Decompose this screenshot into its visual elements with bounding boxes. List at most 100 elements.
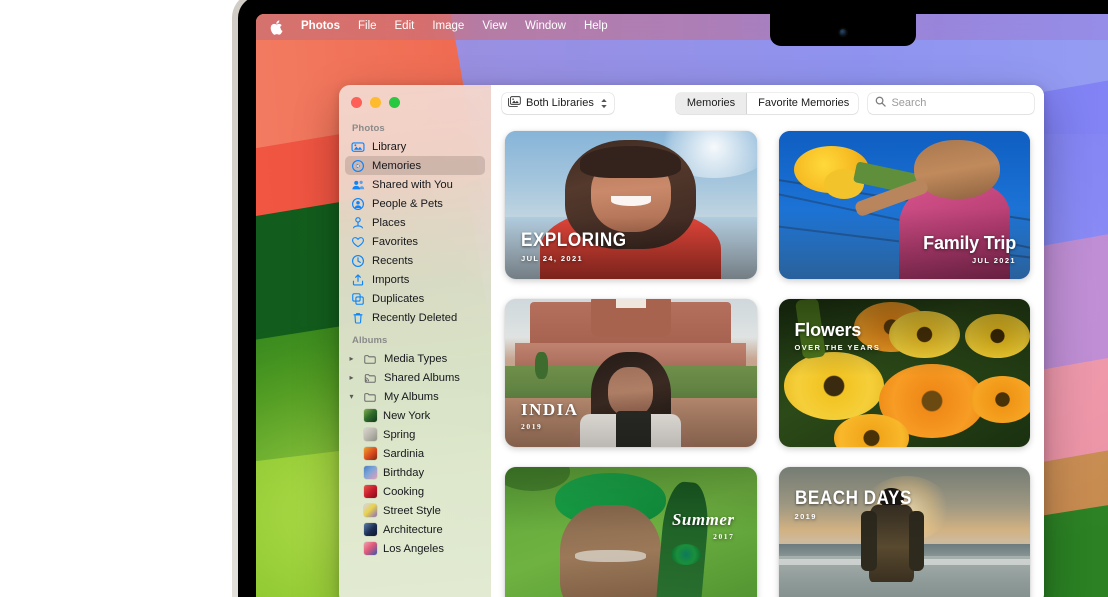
album-thumbnail: [364, 504, 377, 517]
sidebar-item-label: Places: [372, 217, 406, 229]
memory-caption: EXPLORING JUL 24, 2021: [521, 231, 638, 263]
sidebar-item-my-albums[interactable]: ▾ My Albums: [345, 387, 485, 406]
sidebar-album-los-angeles[interactable]: Los Angeles: [345, 539, 485, 558]
sidebar-album-new-york[interactable]: New York: [345, 406, 485, 425]
sidebar-album-architecture[interactable]: Architecture: [345, 520, 485, 539]
search-field[interactable]: [868, 93, 1034, 114]
sidebar-item-media-types[interactable]: ▸ Media Types: [345, 349, 485, 368]
sidebar-item-shared-with-you[interactable]: Shared with You: [345, 175, 485, 194]
sidebar-item-recently-deleted[interactable]: Recently Deleted: [345, 308, 485, 327]
memory-card-beach-days[interactable]: BEACH DAYS 2019: [779, 467, 1031, 597]
sidebar-photos-list: Library Memories Shared with You: [339, 137, 491, 327]
memory-caption: Family Trip JUL 2021: [923, 234, 1016, 265]
sidebar-item-places[interactable]: Places: [345, 213, 485, 232]
folder-icon: [363, 390, 377, 404]
folder-icon: [363, 352, 377, 366]
sidebar-item-label: Cooking: [383, 486, 424, 498]
screenshot-stage: Photos File Edit Image View Window Help …: [0, 0, 1108, 597]
memory-subtitle: OVER THE YEARS: [795, 343, 881, 352]
memory-card-india[interactable]: INDIA 2019: [505, 299, 757, 447]
menu-image[interactable]: Image: [423, 19, 473, 35]
memories-grid: EXPLORING JUL 24, 2021: [491, 121, 1044, 597]
memory-subtitle: JUL 24, 2021: [521, 254, 638, 263]
window-controls: [351, 97, 400, 108]
chevron-down-icon[interactable]: ▾: [347, 393, 356, 401]
memories-filter-segmented-control: Memories Favorite Memories: [676, 93, 859, 114]
album-thumbnail: [364, 466, 377, 479]
sidebar-album-spring[interactable]: Spring: [345, 425, 485, 444]
search-icon: [875, 94, 886, 112]
memory-caption: Summer 2017: [672, 511, 735, 541]
sidebar-item-recents[interactable]: Recents: [345, 251, 485, 270]
sidebar-item-library[interactable]: Library: [345, 137, 485, 156]
memory-title: Family Trip: [923, 234, 1016, 253]
memory-card-exploring[interactable]: EXPLORING JUL 24, 2021: [505, 131, 757, 279]
shared-with-you-icon: [351, 178, 365, 192]
sidebar-item-label: Recently Deleted: [372, 312, 457, 324]
sidebar-item-memories[interactable]: Memories: [345, 156, 485, 175]
sidebar-item-people-and-pets[interactable]: People & Pets: [345, 194, 485, 213]
sidebar-album-sardinia[interactable]: Sardinia: [345, 444, 485, 463]
sidebar-item-label: Imports: [372, 274, 409, 286]
toolbar: Both Libraries Memories Favorite Memorie…: [491, 85, 1044, 121]
sidebar-item-label: Spring: [383, 429, 415, 441]
sidebar-item-label: Library: [372, 141, 406, 153]
album-thumbnail: [364, 542, 377, 555]
memory-card-family-trip[interactable]: Family Trip JUL 2021: [779, 131, 1031, 279]
sidebar-item-duplicates[interactable]: Duplicates: [345, 289, 485, 308]
memory-caption: Flowers OVER THE YEARS: [795, 321, 881, 352]
search-input[interactable]: [891, 97, 1027, 109]
both-libraries-popup[interactable]: Both Libraries: [502, 93, 614, 114]
menu-help[interactable]: Help: [575, 19, 617, 35]
macos-menu-bar: Photos File Edit Image View Window Help: [256, 14, 1108, 40]
memory-caption: INDIA 2019: [521, 401, 579, 431]
memory-artwork: [779, 467, 1031, 597]
sidebar-item-label: Duplicates: [372, 293, 424, 305]
album-thumbnail: [364, 523, 377, 536]
menu-photos[interactable]: Photos: [292, 19, 349, 35]
sidebar-item-label: Birthday: [383, 467, 424, 479]
memory-subtitle: 2019: [521, 422, 579, 431]
memory-title: BEACH DAYS: [795, 489, 912, 509]
sidebar-album-birthday[interactable]: Birthday: [345, 463, 485, 482]
menu-edit[interactable]: Edit: [386, 19, 424, 35]
menu-file[interactable]: File: [349, 19, 386, 35]
sidebar-item-shared-albums[interactable]: ▸ Shared Albums: [345, 368, 485, 387]
sidebar-section-albums: Albums: [339, 327, 491, 349]
libraries-icon: [507, 95, 521, 111]
camera-icon: [840, 29, 847, 36]
sidebar-section-photos: Photos: [339, 115, 491, 137]
sidebar-item-label: Memories: [372, 160, 421, 172]
tab-favorite-memories[interactable]: Favorite Memories: [747, 93, 858, 114]
library-icon: [351, 140, 365, 154]
sidebar-item-imports[interactable]: Imports: [345, 270, 485, 289]
sidebar-album-cooking[interactable]: Cooking: [345, 482, 485, 501]
zoom-button[interactable]: [389, 97, 400, 108]
sidebar-item-label: Sardinia: [383, 448, 424, 460]
memory-subtitle: 2017: [672, 532, 735, 541]
sidebar-item-label: Recents: [372, 255, 413, 267]
trash-icon: [351, 311, 365, 325]
sidebar-item-favorites[interactable]: Favorites: [345, 232, 485, 251]
photos-app-window: Photos Library Memories: [339, 85, 1044, 597]
memory-subtitle: 2019: [795, 512, 925, 521]
apple-logo-icon[interactable]: [268, 18, 284, 36]
minimize-button[interactable]: [370, 97, 381, 108]
sidebar-item-label: My Albums: [384, 391, 439, 403]
memory-card-flowers[interactable]: Flowers OVER THE YEARS: [779, 299, 1031, 447]
sidebar: Photos Library Memories: [339, 85, 491, 597]
chevron-right-icon[interactable]: ▸: [347, 374, 356, 382]
chevron-right-icon[interactable]: ▸: [347, 355, 356, 363]
menu-window[interactable]: Window: [516, 19, 575, 35]
menu-view[interactable]: View: [473, 19, 516, 35]
close-button[interactable]: [351, 97, 362, 108]
sidebar-item-label: New York: [383, 410, 430, 422]
memory-title: EXPLORING: [521, 231, 627, 251]
memory-title: INDIA: [521, 401, 579, 419]
tab-memories[interactable]: Memories: [676, 93, 747, 114]
sidebar-album-street-style[interactable]: Street Style: [345, 501, 485, 520]
both-libraries-label: Both Libraries: [526, 97, 594, 109]
memory-title: Summer: [672, 511, 735, 529]
sidebar-item-label: Architecture: [383, 524, 443, 536]
memory-card-summer[interactable]: Summer 2017: [505, 467, 757, 597]
